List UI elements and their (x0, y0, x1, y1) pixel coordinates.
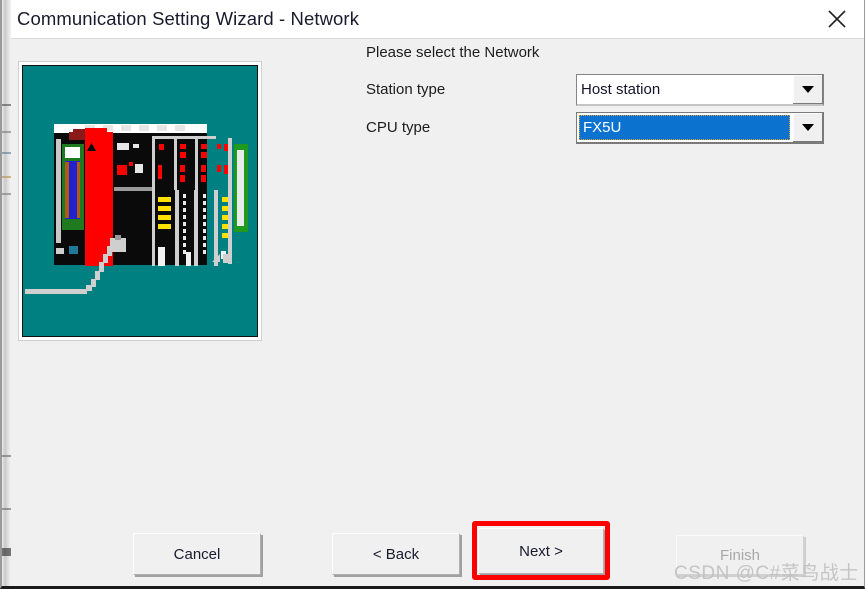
illustration-frame (18, 61, 262, 341)
close-icon[interactable] (807, 0, 864, 38)
back-button[interactable]: < Back (332, 533, 460, 575)
station-type-row: Station type Host station (364, 74, 824, 110)
window-title: Communication Setting Wizard - Network (17, 8, 360, 29)
cpu-type-value: FX5U (579, 115, 790, 140)
cpu-type-select[interactable]: FX5U (576, 112, 824, 144)
station-type-label: Station type (366, 81, 446, 98)
station-type-value: Host station (581, 81, 661, 98)
chevron-down-icon[interactable] (792, 75, 823, 104)
network-form: Please select the Network Station type H… (364, 44, 824, 150)
station-type-select[interactable]: Host station (576, 74, 824, 106)
wizard-window: Communication Setting Wizard - Network P… (0, 0, 865, 589)
next-button[interactable]: Next > (478, 528, 604, 574)
window-left-edge (2, 0, 11, 586)
title-bar: Communication Setting Wizard - Network (2, 0, 864, 39)
cpu-type-label: CPU type (366, 119, 431, 136)
chevron-down-icon[interactable] (792, 113, 823, 142)
finish-button: Finish (676, 535, 804, 575)
prompt-label: Please select the Network (366, 44, 540, 61)
cpu-type-row: CPU type FX5U (364, 112, 824, 148)
plc-rack-illustration (22, 65, 258, 337)
cancel-button[interactable]: Cancel (133, 533, 261, 575)
